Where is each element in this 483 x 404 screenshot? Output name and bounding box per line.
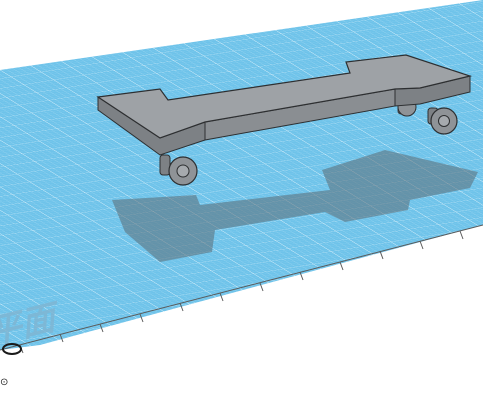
3d-viewport[interactable]: 工作平面 ⊙ — [0, 0, 483, 404]
workplane-scene[interactable]: 工作平面 ⊙ — [0, 0, 483, 404]
view-origin-glyph: ⊙ — [0, 377, 8, 388]
